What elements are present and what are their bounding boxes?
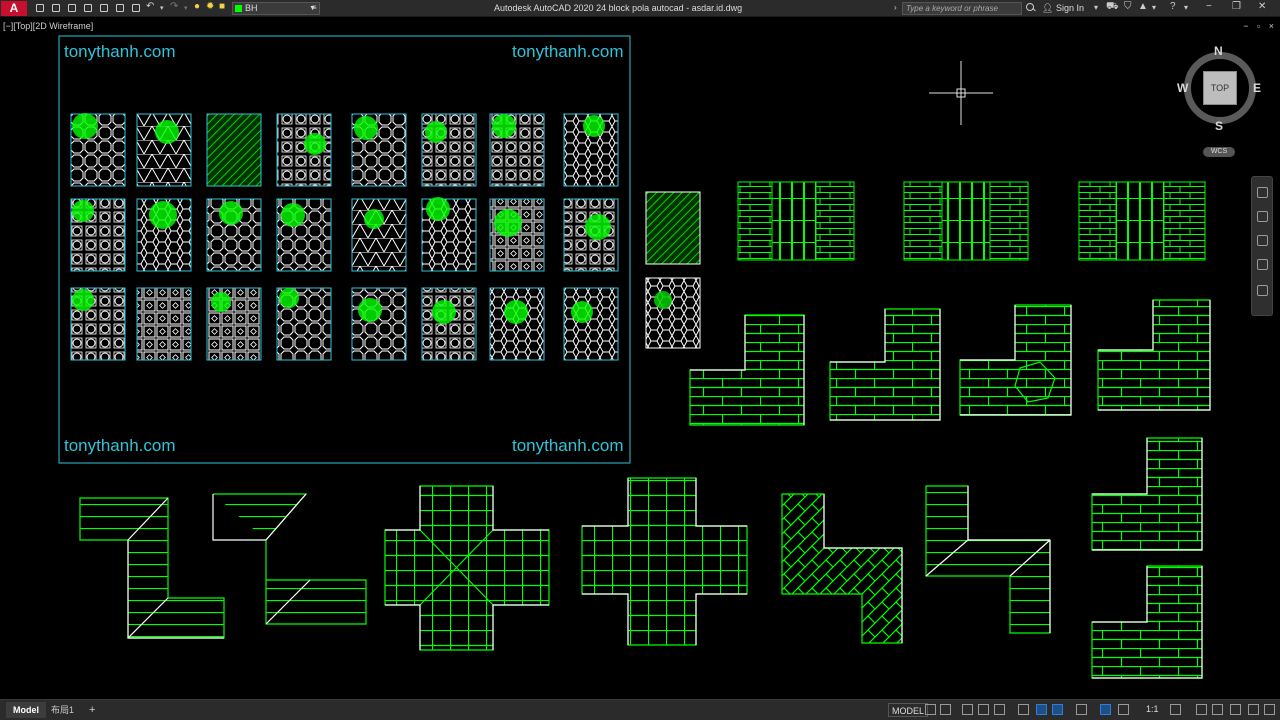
tile-highlight: [72, 289, 94, 311]
compass-west[interactable]: W: [1177, 81, 1188, 95]
zoom-extents-icon[interactable]: [1257, 235, 1268, 246]
tile-thumbnail: [489, 287, 545, 361]
tile-highlight: [432, 300, 456, 324]
ortho-icon[interactable]: [994, 704, 1005, 715]
compass-north[interactable]: N: [1214, 44, 1223, 58]
tile-highlight: [504, 300, 528, 324]
tile-thumbnail: [351, 198, 407, 272]
cross-pavement-2: [581, 477, 748, 646]
auto-scale-icon[interactable]: [1118, 704, 1129, 715]
snap-icon[interactable]: [940, 704, 951, 715]
dynamic-input-icon[interactable]: [978, 704, 989, 715]
infer-constraints-icon[interactable]: [962, 704, 973, 715]
ladder-pavement: [925, 485, 1051, 634]
tile-thumbnail: [136, 287, 192, 361]
viewcube-top-face[interactable]: TOP: [1203, 71, 1237, 105]
tile-hex-highlight: [654, 291, 672, 309]
isodraft-icon[interactable]: [1018, 704, 1029, 715]
tile-thumbnail: [351, 287, 407, 361]
object-snap-icon[interactable]: [1052, 704, 1063, 715]
drawing-canvas[interactable]: tonythanh.com tonythanh.com tonythanh.co…: [0, 0, 1280, 699]
tile-thumbnail: [563, 287, 619, 361]
tile-highlight: [425, 121, 447, 143]
brick-panel-3: [1078, 181, 1206, 261]
object-snap-tracking-icon[interactable]: [1036, 704, 1047, 715]
tile-hex-single: [645, 277, 701, 349]
tile-highlight: [364, 209, 384, 229]
pan-icon[interactable]: [1257, 211, 1268, 222]
tile-diagonal-single: [645, 191, 701, 265]
herringbone-pavement: [781, 493, 903, 644]
tile-highlight: [583, 115, 605, 137]
l-pavement-1: [689, 314, 805, 426]
compass-south[interactable]: S: [1215, 119, 1223, 133]
showmotion-icon[interactable]: [1257, 285, 1268, 296]
watermark-top-left: tonythanh.com: [64, 42, 176, 61]
tile-highlight: [585, 214, 611, 240]
l-pavement-2: [829, 308, 941, 421]
compass-east[interactable]: E: [1253, 81, 1261, 95]
tile-highlight: [155, 120, 179, 144]
annotation-scale[interactable]: 1:1: [1146, 704, 1159, 714]
l-pavement-5: [1091, 437, 1203, 551]
tile-highlight: [211, 292, 231, 312]
tile-highlight: [304, 133, 326, 155]
cross-pavement-1: [384, 485, 550, 651]
tile-highlight: [354, 116, 378, 140]
grid-icon[interactable]: [925, 704, 936, 715]
workspace-gear-icon[interactable]: [1170, 704, 1181, 715]
z-pavement-2: [212, 493, 367, 625]
tile-thumbnail: [489, 198, 545, 272]
tile-highlight: [358, 298, 382, 322]
tile-thumbnail: [206, 113, 262, 187]
tab-layout1[interactable]: 布局1: [44, 702, 81, 718]
crosshair-cursor: [929, 61, 993, 125]
tile-highlight: [219, 201, 243, 225]
orbit-icon[interactable]: [1257, 259, 1268, 270]
add-layout-tab-button[interactable]: +: [82, 702, 102, 718]
brick-panel-1: [737, 181, 855, 261]
navigation-bar: [1251, 176, 1273, 316]
viewport-controls-label[interactable]: [−][Top][2D Wireframe]: [3, 21, 93, 31]
tile-highlight: [494, 209, 522, 237]
tile-highlight: [72, 113, 98, 139]
watermark-bottom-left: tonythanh.com: [64, 436, 176, 455]
tab-model[interactable]: Model: [6, 702, 46, 718]
watermark-top-right: tonythanh.com: [512, 42, 624, 61]
tile-highlight: [571, 301, 593, 323]
watermark-bottom-right: tonythanh.com: [512, 436, 624, 455]
tile-highlight: [279, 288, 299, 308]
z-pavement-1: [79, 497, 225, 639]
tile-highlight: [72, 200, 94, 222]
clean-screen-icon[interactable]: [1248, 704, 1259, 715]
tile-highlight: [281, 203, 305, 227]
viewcube[interactable]: TOP N S E W: [1177, 44, 1261, 133]
steering-wheel-icon[interactable]: [1257, 187, 1268, 198]
annotation-visibility-icon[interactable]: [1100, 704, 1111, 715]
lineweight-icon[interactable]: [1076, 704, 1087, 715]
status-bar: Model 布局1 + MODEL 1:1: [0, 699, 1280, 720]
tile-thumbnail: [421, 287, 477, 361]
tile-highlight: [492, 114, 516, 138]
customize-status-bar-icon[interactable]: [1264, 704, 1275, 715]
isolate-objects-icon[interactable]: [1230, 704, 1241, 715]
wcs-menu-button[interactable]: WCS: [1203, 147, 1235, 157]
tile-thumbnails: [70, 113, 619, 361]
l-pavement-3: [959, 304, 1072, 416]
l-pavement-4: [1097, 299, 1211, 411]
drawing-window-controls[interactable]: − ▫ ×: [1243, 21, 1274, 31]
tile-highlight: [426, 197, 450, 221]
l-pavement-6: [1091, 565, 1203, 679]
brick-panel-2: [903, 181, 1029, 261]
model-space-button[interactable]: MODEL: [888, 703, 929, 717]
tile-highlight: [149, 201, 177, 229]
annotation-monitor-icon[interactable]: [1196, 704, 1207, 715]
units-icon[interactable]: [1212, 704, 1223, 715]
